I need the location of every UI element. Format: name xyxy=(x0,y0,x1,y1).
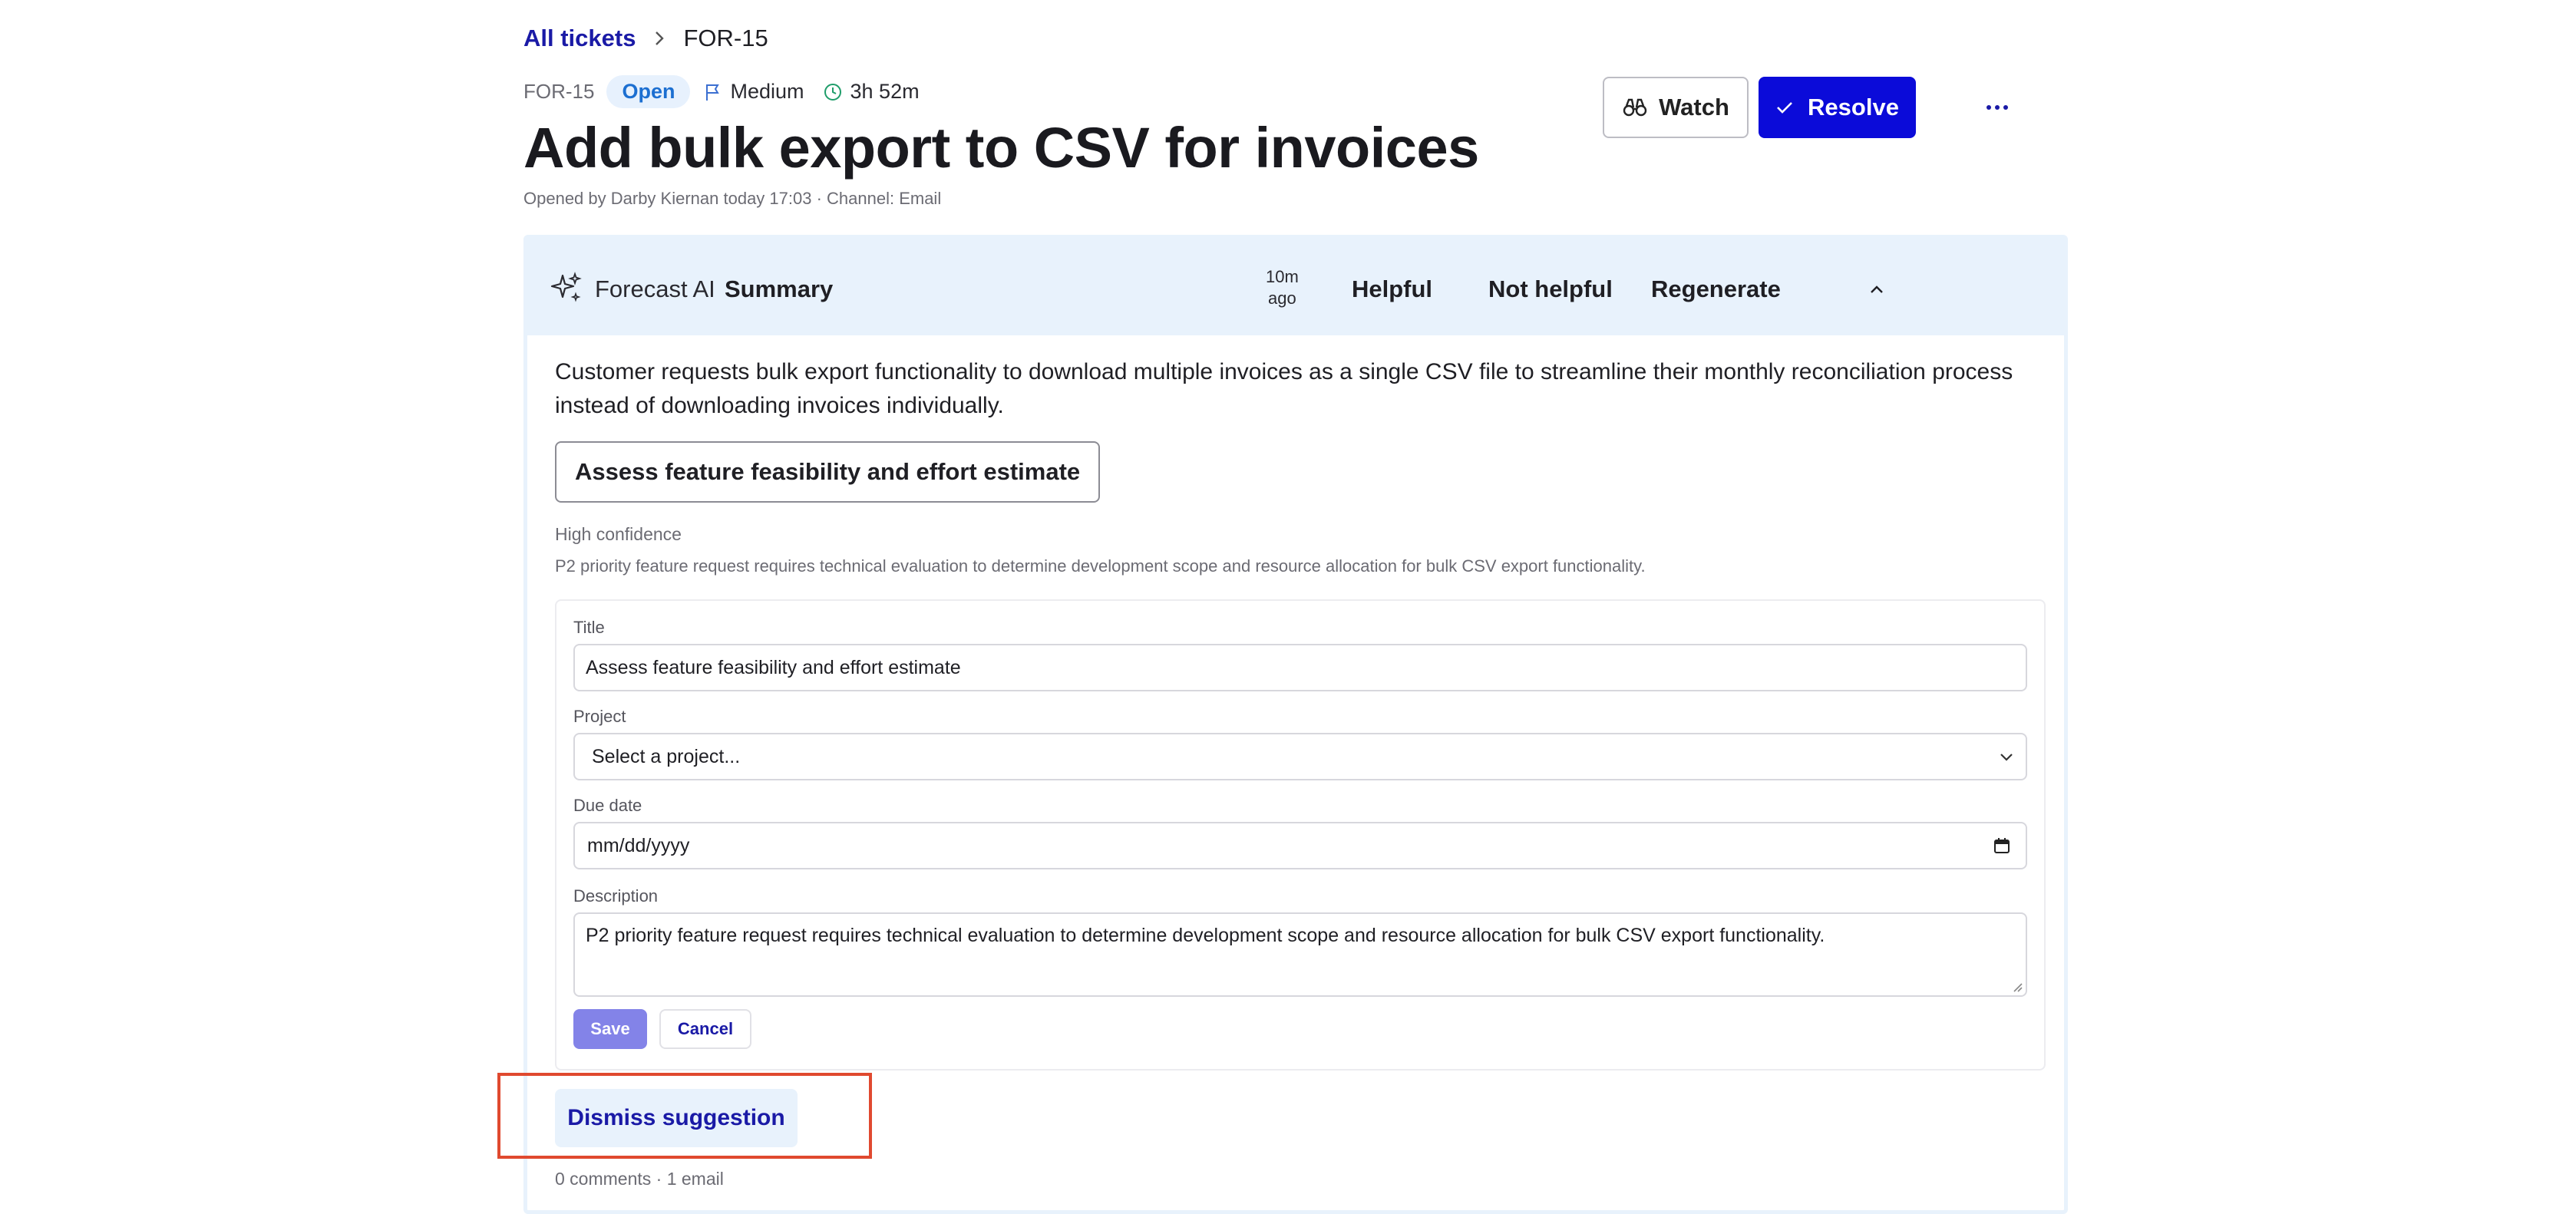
project-select-value: Select a project... xyxy=(592,745,741,767)
ai-panel-header: Forecast AI Summary 10m ago Helpful Not … xyxy=(527,239,2064,335)
chevron-up-icon xyxy=(1871,285,1883,293)
binoculars-icon xyxy=(1623,98,1647,117)
breadcrumb-all-tickets-link[interactable]: All tickets xyxy=(523,25,636,52)
ticket-subtitle: Opened by Darby Kiernan today 17:03 · Ch… xyxy=(523,189,942,208)
suggested-action-button[interactable]: Assess feature feasibility and effort es… xyxy=(555,441,1101,503)
ellipsis-icon xyxy=(1986,105,2008,110)
resize-handle-icon[interactable] xyxy=(2012,981,2023,992)
highlight-annotation xyxy=(497,1073,872,1159)
ticket-page: All tickets FOR-15 FOR-15 Open Medium 3h… xyxy=(0,0,2576,1214)
helpful-button[interactable]: Helpful xyxy=(1352,275,1432,303)
watch-label: Watch xyxy=(1659,94,1729,120)
priority-indicator: Medium xyxy=(704,80,804,104)
description-field-label: Description xyxy=(573,886,659,906)
timestamp-value: 10m xyxy=(1266,267,1299,286)
description-value: P2 priority feature request requires tec… xyxy=(586,925,1825,946)
sparkles-icon xyxy=(549,271,583,308)
due-date-placeholder: mm/dd/yyyy xyxy=(587,834,690,856)
confidence-label: High confidence xyxy=(555,524,682,544)
title-field-label: Title xyxy=(573,618,605,637)
time-indicator: 3h 52m xyxy=(823,80,920,104)
task-form: Title Assess feature feasibility and eff… xyxy=(555,599,2046,1070)
time-elapsed: 3h 52m xyxy=(850,80,920,103)
ticket-activity-count: 0 comments · 1 email xyxy=(555,1169,724,1189)
project-field-label: Project xyxy=(573,707,626,726)
save-button[interactable]: Save xyxy=(573,1009,647,1049)
cancel-button[interactable]: Cancel xyxy=(659,1009,751,1049)
watch-button[interactable]: Watch xyxy=(1603,77,1749,138)
page-title: Add bulk export to CSV for invoices xyxy=(523,116,1479,180)
ticket-meta-row: FOR-15 Open Medium 3h 52m xyxy=(523,75,938,108)
ai-summary-text: Customer requests bulk export functional… xyxy=(555,359,2013,418)
flag-icon xyxy=(706,84,720,101)
status-badge: Open xyxy=(606,75,691,108)
collapse-button[interactable] xyxy=(1863,275,1891,303)
clock-icon xyxy=(824,83,841,101)
breadcrumb: All tickets FOR-15 xyxy=(523,25,768,52)
description-textarea[interactable]: P2 priority feature request requires tec… xyxy=(573,912,2027,997)
ai-brand-label: Forecast AI xyxy=(595,275,715,302)
due-date-field-label: Due date xyxy=(573,796,642,815)
resolve-label: Resolve xyxy=(1808,94,1899,120)
regenerate-button[interactable]: Regenerate xyxy=(1651,275,1781,303)
project-select[interactable]: Select a project... xyxy=(573,733,2027,780)
due-date-input[interactable]: mm/dd/yyyy xyxy=(573,822,2027,869)
breadcrumb-current: FOR-15 xyxy=(683,25,768,51)
not-helpful-button[interactable]: Not helpful xyxy=(1488,275,1613,303)
more-options-button[interactable] xyxy=(1982,92,2013,123)
title-input[interactable]: Assess feature feasibility and effort es… xyxy=(573,644,2027,691)
calendar-icon[interactable] xyxy=(1993,837,2010,854)
summary-timestamp: 10m ago xyxy=(1266,266,1299,309)
ai-summary-panel: Forecast AI Summary 10m ago Helpful Not … xyxy=(523,235,2068,1214)
resolve-button[interactable]: Resolve xyxy=(1759,77,1916,138)
ai-section-title: Summary xyxy=(725,275,834,302)
suggestion-reason: P2 priority feature request requires tec… xyxy=(555,556,1646,576)
timestamp-unit: ago xyxy=(1268,289,1296,308)
chevron-right-icon xyxy=(652,29,666,48)
ticket-id: FOR-15 xyxy=(523,80,595,103)
priority-label: Medium xyxy=(730,80,804,103)
check-icon xyxy=(1777,102,1792,114)
chevron-down-icon xyxy=(2000,754,2013,761)
